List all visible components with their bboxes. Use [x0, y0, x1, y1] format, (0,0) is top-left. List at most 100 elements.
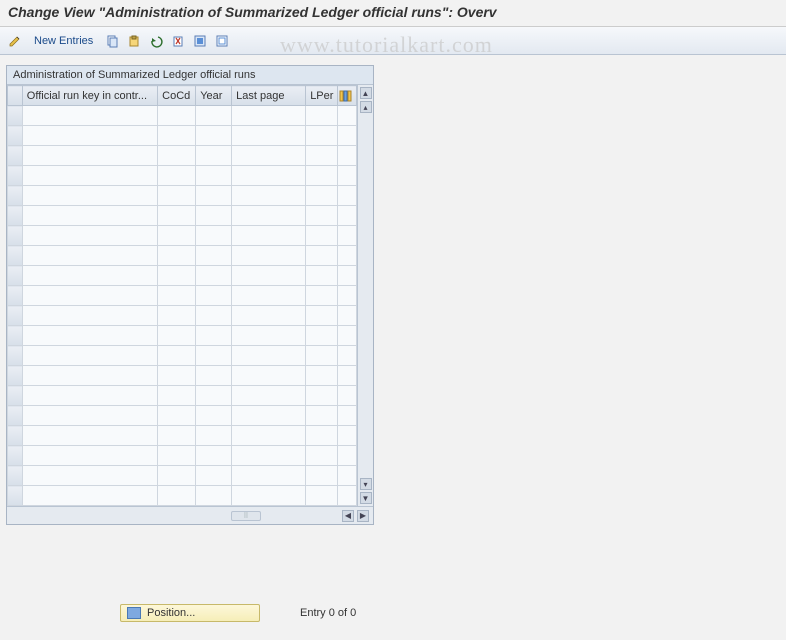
- cell[interactable]: [158, 426, 196, 446]
- cell[interactable]: [306, 286, 338, 306]
- cell[interactable]: [232, 226, 306, 246]
- cell[interactable]: [22, 286, 157, 306]
- cell[interactable]: [306, 346, 338, 366]
- table-row[interactable]: [8, 426, 357, 446]
- cell[interactable]: [158, 186, 196, 206]
- cell[interactable]: [232, 446, 306, 466]
- table-row[interactable]: [8, 266, 357, 286]
- table-row[interactable]: [8, 286, 357, 306]
- cell[interactable]: [22, 186, 157, 206]
- cell[interactable]: [337, 186, 356, 206]
- cell[interactable]: [158, 326, 196, 346]
- table-row[interactable]: [8, 126, 357, 146]
- cell[interactable]: [22, 446, 157, 466]
- copy-icon[interactable]: [103, 32, 121, 50]
- cell[interactable]: [196, 486, 232, 506]
- cell[interactable]: [337, 226, 356, 246]
- table-row[interactable]: [8, 246, 357, 266]
- cell[interactable]: [158, 306, 196, 326]
- cell[interactable]: [158, 246, 196, 266]
- cell[interactable]: [22, 406, 157, 426]
- col-year[interactable]: Year: [196, 86, 232, 106]
- cell[interactable]: [22, 486, 157, 506]
- cell[interactable]: [337, 206, 356, 226]
- row-selector[interactable]: [8, 366, 23, 386]
- row-selector[interactable]: [8, 186, 23, 206]
- cell[interactable]: [22, 266, 157, 286]
- cell[interactable]: [196, 286, 232, 306]
- cell[interactable]: [22, 106, 157, 126]
- row-selector[interactable]: [8, 206, 23, 226]
- cell[interactable]: [306, 186, 338, 206]
- delete-icon[interactable]: [169, 32, 187, 50]
- cell[interactable]: [232, 466, 306, 486]
- cell[interactable]: [196, 386, 232, 406]
- cell[interactable]: [22, 246, 157, 266]
- cell[interactable]: [232, 326, 306, 346]
- cell[interactable]: [196, 346, 232, 366]
- table-row[interactable]: [8, 446, 357, 466]
- cell[interactable]: [158, 406, 196, 426]
- cell[interactable]: [196, 226, 232, 246]
- cell[interactable]: [306, 106, 338, 126]
- row-selector[interactable]: [8, 106, 23, 126]
- row-selector[interactable]: [8, 406, 23, 426]
- cell[interactable]: [337, 306, 356, 326]
- cell[interactable]: [22, 366, 157, 386]
- deselect-all-icon[interactable]: [213, 32, 231, 50]
- cell[interactable]: [306, 406, 338, 426]
- cell[interactable]: [337, 286, 356, 306]
- cell[interactable]: [232, 206, 306, 226]
- cell[interactable]: [232, 286, 306, 306]
- cell[interactable]: [196, 266, 232, 286]
- cell[interactable]: [232, 166, 306, 186]
- table-row[interactable]: [8, 486, 357, 506]
- cell[interactable]: [306, 446, 338, 466]
- cell[interactable]: [306, 366, 338, 386]
- scroll-down-step-icon[interactable]: ▾: [360, 478, 372, 490]
- cell[interactable]: [306, 126, 338, 146]
- row-selector[interactable]: [8, 466, 23, 486]
- cell[interactable]: [22, 306, 157, 326]
- row-selector[interactable]: [8, 246, 23, 266]
- undo-icon[interactable]: [147, 32, 165, 50]
- table-row[interactable]: [8, 166, 357, 186]
- cell[interactable]: [196, 166, 232, 186]
- row-selector[interactable]: [8, 166, 23, 186]
- cell[interactable]: [306, 386, 338, 406]
- cell[interactable]: [22, 166, 157, 186]
- table-row[interactable]: [8, 146, 357, 166]
- cell[interactable]: [22, 146, 157, 166]
- row-selector[interactable]: [8, 326, 23, 346]
- cell[interactable]: [337, 386, 356, 406]
- scroll-up-step-icon[interactable]: ▴: [360, 101, 372, 113]
- cell[interactable]: [196, 426, 232, 446]
- cell[interactable]: [158, 106, 196, 126]
- cell[interactable]: [158, 266, 196, 286]
- cell[interactable]: [232, 346, 306, 366]
- position-button[interactable]: Position...: [120, 604, 260, 622]
- row-selector[interactable]: [8, 126, 23, 146]
- cell[interactable]: [196, 126, 232, 146]
- cell[interactable]: [196, 326, 232, 346]
- cell[interactable]: [22, 206, 157, 226]
- row-selector[interactable]: [8, 426, 23, 446]
- table-row[interactable]: [8, 186, 357, 206]
- cell[interactable]: [306, 326, 338, 346]
- horizontal-scrollbar[interactable]: ⠿ ◀ ▶: [7, 506, 373, 524]
- cell[interactable]: [306, 146, 338, 166]
- row-selector[interactable]: [8, 486, 23, 506]
- cell[interactable]: [232, 306, 306, 326]
- cell[interactable]: [158, 346, 196, 366]
- table-row[interactable]: [8, 326, 357, 346]
- cell[interactable]: [337, 426, 356, 446]
- cell[interactable]: [158, 466, 196, 486]
- cell[interactable]: [337, 126, 356, 146]
- cell[interactable]: [306, 166, 338, 186]
- table-row[interactable]: [8, 226, 357, 246]
- table-row[interactable]: [8, 346, 357, 366]
- cell[interactable]: [158, 286, 196, 306]
- cell[interactable]: [232, 426, 306, 446]
- cell[interactable]: [158, 166, 196, 186]
- cell[interactable]: [158, 386, 196, 406]
